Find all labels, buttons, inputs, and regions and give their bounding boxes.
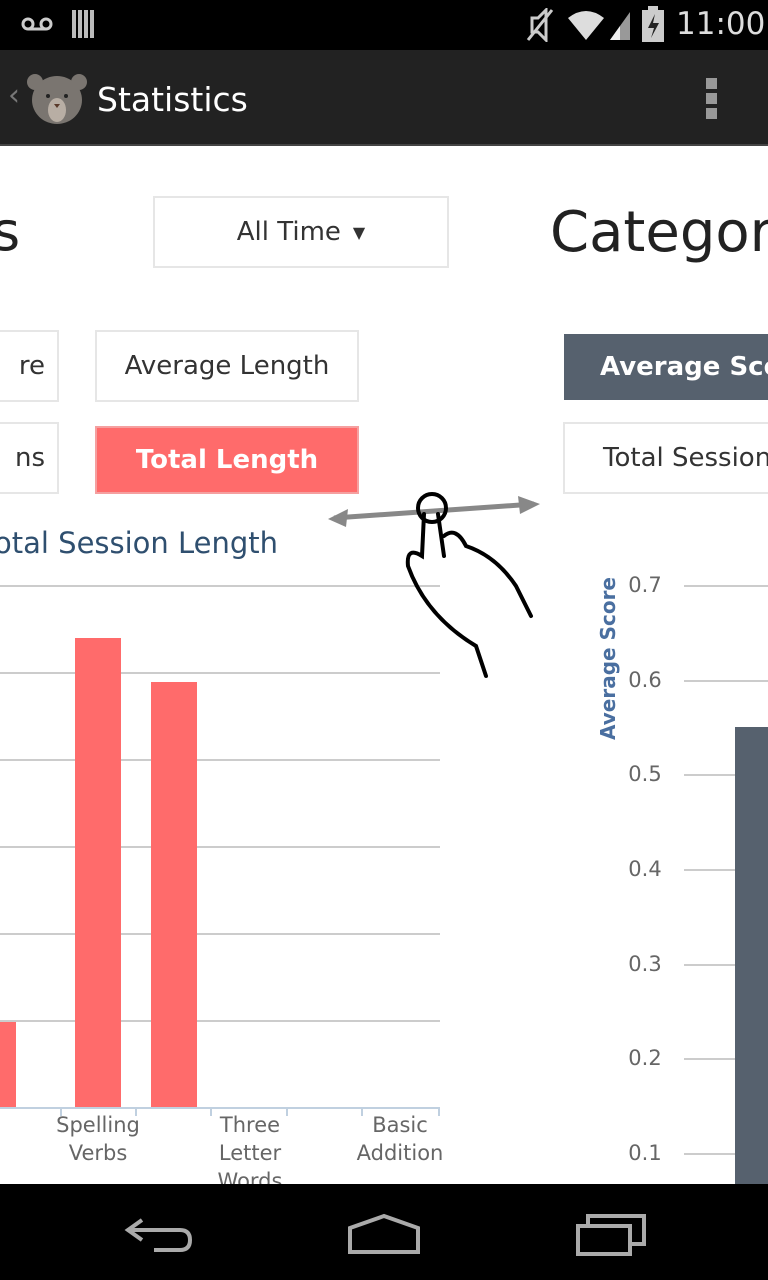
y-tick-label: 0.1 [628,1141,662,1165]
y-tick-label: 0.5 [628,762,662,787]
signal-bars-icon [72,10,94,38]
action-bar: ‹ Statistics [0,50,768,146]
bar [151,681,197,1107]
total-length-button[interactable]: Total Length [95,426,359,494]
total-sessions-button-right[interactable]: Total Session [563,422,768,494]
gridline [0,846,440,848]
total-sessions-button[interactable]: ns [0,422,59,494]
time-filter-dropdown[interactable]: All Time ▼ [153,196,449,268]
back-icon[interactable] [124,1214,196,1254]
y-tick-label: 0.7 [628,573,662,597]
page-title: Statistics [97,80,248,119]
caret-down-icon: ▼ [352,222,366,242]
up-button[interactable]: ‹ Statistics [0,50,260,146]
overflow-menu-icon[interactable] [700,76,724,120]
clock: 11:00 [676,6,766,42]
y-tick-label: 0.6 [628,667,662,692]
gridline [0,933,440,935]
average-score-button-right[interactable]: Average Scor [564,334,768,400]
wifi-icon [568,11,630,40]
y-tick-label: 0.2 [628,1046,662,1071]
left-page-title: s [0,200,21,263]
status-bar: 11:00 [0,0,768,50]
gridline [0,759,440,761]
voicemail-icon [21,17,53,31]
gridline [0,1020,440,1022]
x-axis [0,1107,440,1109]
y-tick-label: 0.3 [628,951,662,976]
bar [75,638,121,1107]
x-tick-label: Spelling Verbs [56,1113,140,1165]
bear-logo [27,74,87,124]
right-page-title: Categori [550,200,768,265]
recents-icon[interactable] [574,1212,648,1256]
chevron-left-icon: ‹ [8,78,20,113]
nav-bar [0,1184,768,1280]
x-tick-label: Three Letter Words [217,1113,283,1184]
chart-title: otal Session Length [0,526,279,560]
gridline [684,679,768,682]
average-length-button[interactable]: Average Length [95,330,359,402]
swipe-horizontal-hand-icon [328,492,540,678]
battery-charging-icon [642,6,664,42]
average-score-chart: 0.7 0.6 0.5 0.4 0.3 0.2 0.1 [620,548,768,1184]
bar [735,727,768,1184]
time-filter-value: All Time [236,217,341,247]
x-tick-label: Basic Addition [356,1113,444,1165]
y-axis-title: Average Score [596,577,620,740]
average-score-button[interactable]: re [0,330,59,402]
bar [0,1021,16,1107]
mute-icon [526,8,554,42]
y-tick-label: 0.4 [628,857,662,881]
home-icon[interactable] [346,1212,422,1256]
gridline [684,585,768,587]
